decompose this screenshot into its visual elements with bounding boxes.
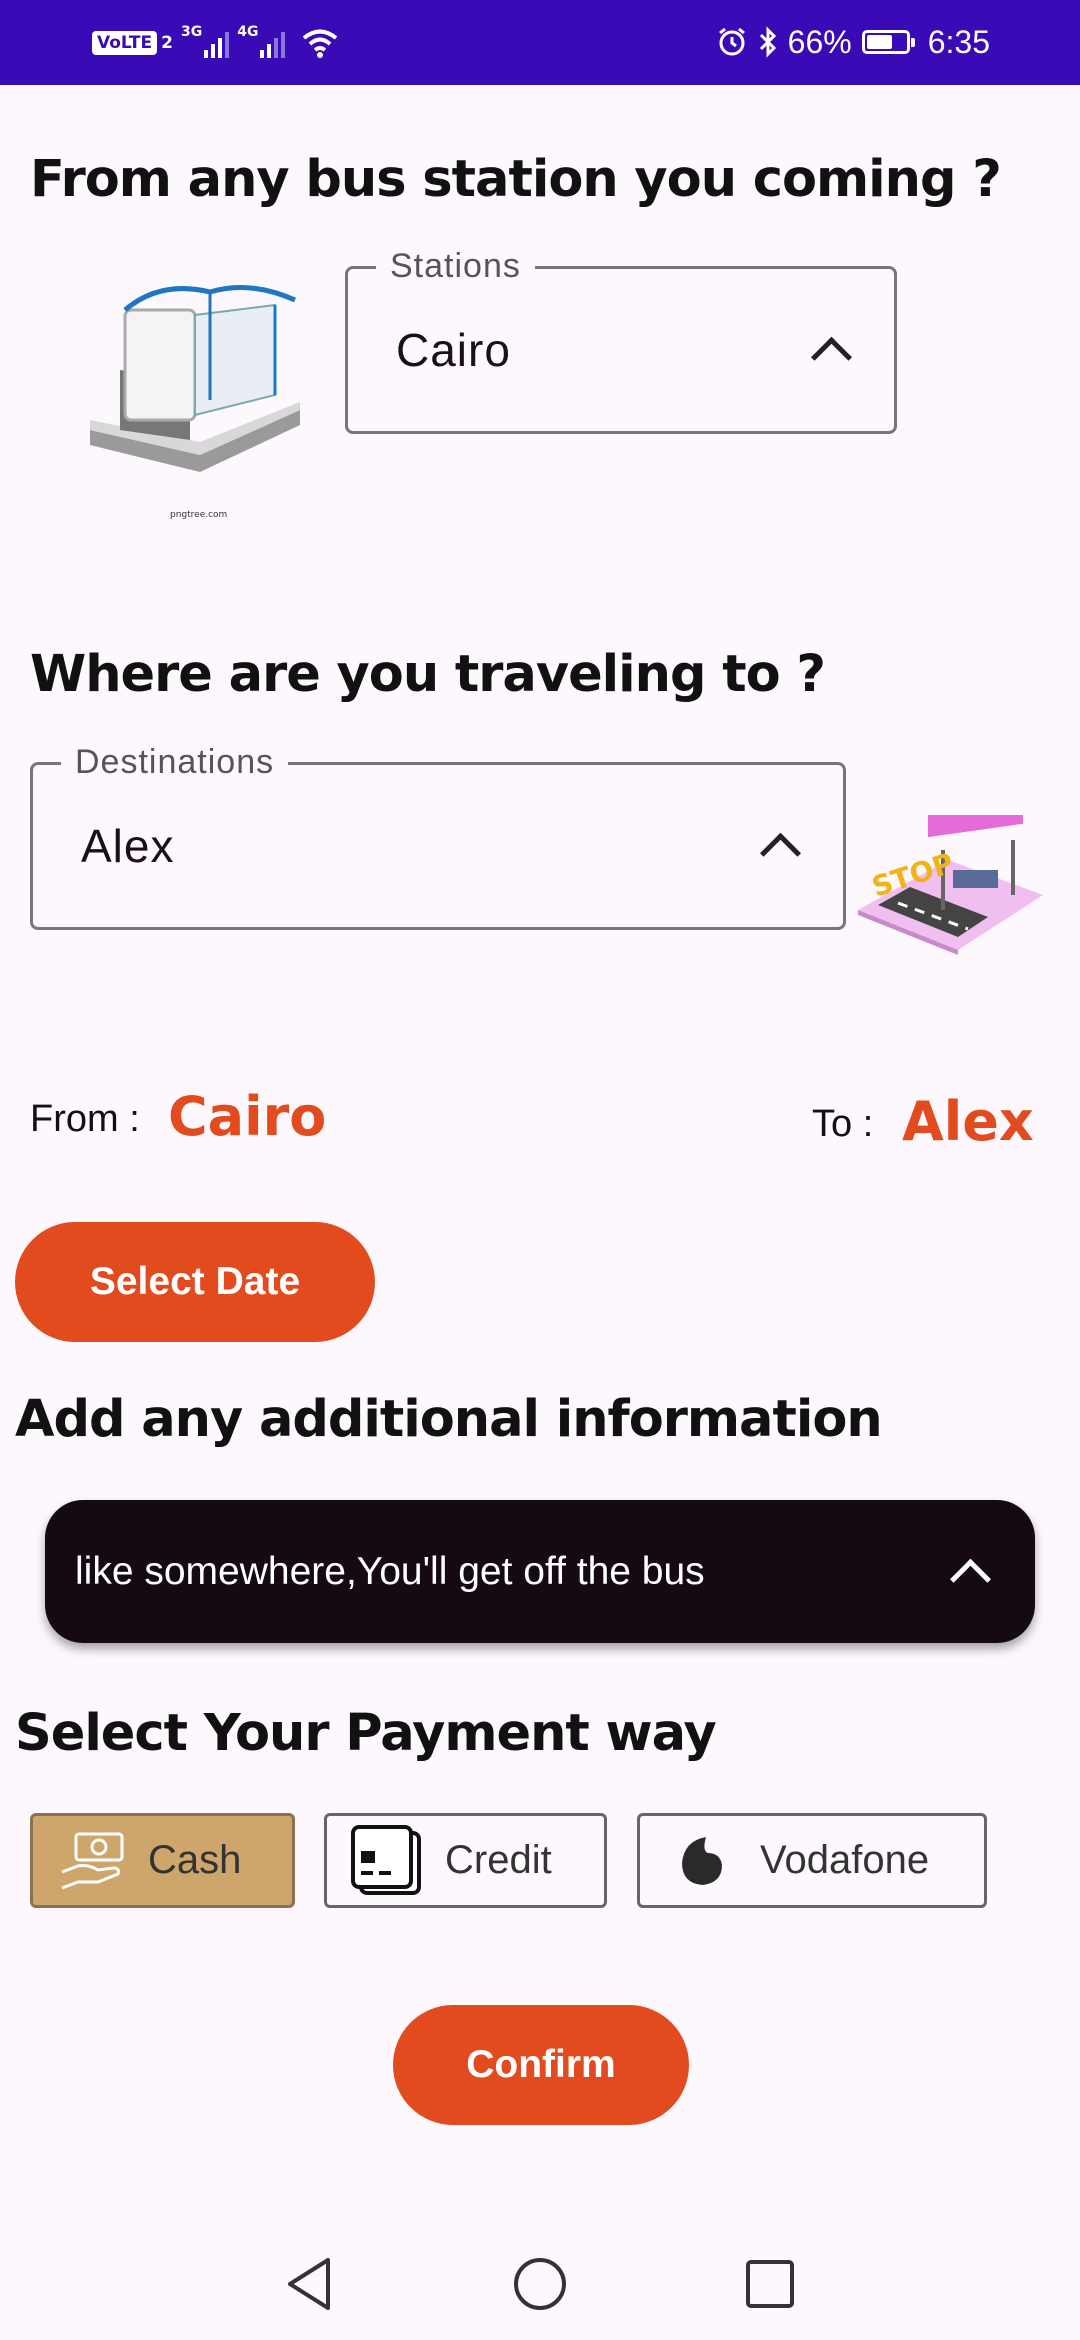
signal-1-icon [204, 28, 230, 58]
payment-option-cash[interactable]: Cash [30, 1813, 295, 1908]
to-value: Alex [902, 1090, 1034, 1153]
image-caption: pngtree.com [170, 510, 228, 520]
network-type-2: 4G [237, 24, 259, 40]
confirm-button[interactable]: Confirm [393, 2005, 689, 2125]
chevron-up-icon [949, 1558, 992, 1600]
cash-icon [61, 1832, 124, 1889]
volte-badge: VoLTE [92, 31, 158, 55]
back-icon[interactable] [284, 2256, 334, 2312]
clock: 6:35 [927, 23, 990, 60]
additional-info-placeholder: like somewhere,You'll get off the bus [75, 1549, 705, 1593]
from-value: Cairo [168, 1085, 327, 1148]
alarm-icon [718, 27, 745, 56]
vodafone-icon [682, 1836, 722, 1885]
additional-info-dropdown[interactable]: like somewhere,You'll get off the bus [45, 1500, 1035, 1643]
status-bar: VoLTE 2 3G 4G 66% 6:35 [0, 0, 1080, 85]
battery-icon [861, 30, 915, 54]
home-icon[interactable] [512, 2256, 568, 2312]
destinations-value: Alex [81, 820, 175, 872]
payment-heading: Select Your Payment way [15, 1704, 717, 1763]
payment-option-label: Vodafone [760, 1838, 930, 1882]
chevron-up-icon [759, 832, 802, 874]
payment-option-label: Credit [445, 1838, 552, 1882]
payment-option-credit[interactable]: Credit [324, 1813, 607, 1908]
additional-info-heading: Add any additional information [15, 1390, 883, 1449]
payment-option-vodafone[interactable]: Vodafone [637, 1813, 987, 1908]
destinations-select[interactable]: Destinations Alex [30, 743, 846, 930]
network-type-1: 3G [180, 24, 203, 40]
recents-icon[interactable] [744, 2258, 796, 2310]
status-right-group: 66% 6:35 [716, 20, 990, 64]
battery-percent: 66% [787, 23, 852, 60]
stations-select[interactable]: Stations Cairo [345, 247, 897, 434]
bluetooth-icon [759, 26, 776, 58]
chevron-up-icon [810, 336, 853, 378]
bus-stop-image: STOP [858, 801, 1048, 955]
destination-heading: Where are you traveling to ? [30, 645, 826, 704]
sim-slot-number: 2 [161, 33, 173, 53]
select-date-button[interactable]: Select Date [15, 1222, 375, 1342]
origin-heading: From any bus station you coming ? [30, 150, 1002, 209]
system-nav-bar [0, 2230, 1080, 2340]
signal-2-icon [260, 28, 286, 58]
destinations-label: Destinations [61, 743, 289, 782]
stations-label: Stations [376, 247, 535, 286]
to-label: To : [812, 1103, 874, 1145]
credit-card-icon [351, 1824, 421, 1895]
from-label: From : [30, 1098, 140, 1140]
status-left-group: VoLTE 2 3G 4G [92, 22, 339, 64]
stations-value: Cairo [396, 324, 511, 376]
payment-option-label: Cash [148, 1838, 242, 1882]
bus-station-image [80, 280, 310, 480]
wifi-icon [303, 29, 338, 58]
